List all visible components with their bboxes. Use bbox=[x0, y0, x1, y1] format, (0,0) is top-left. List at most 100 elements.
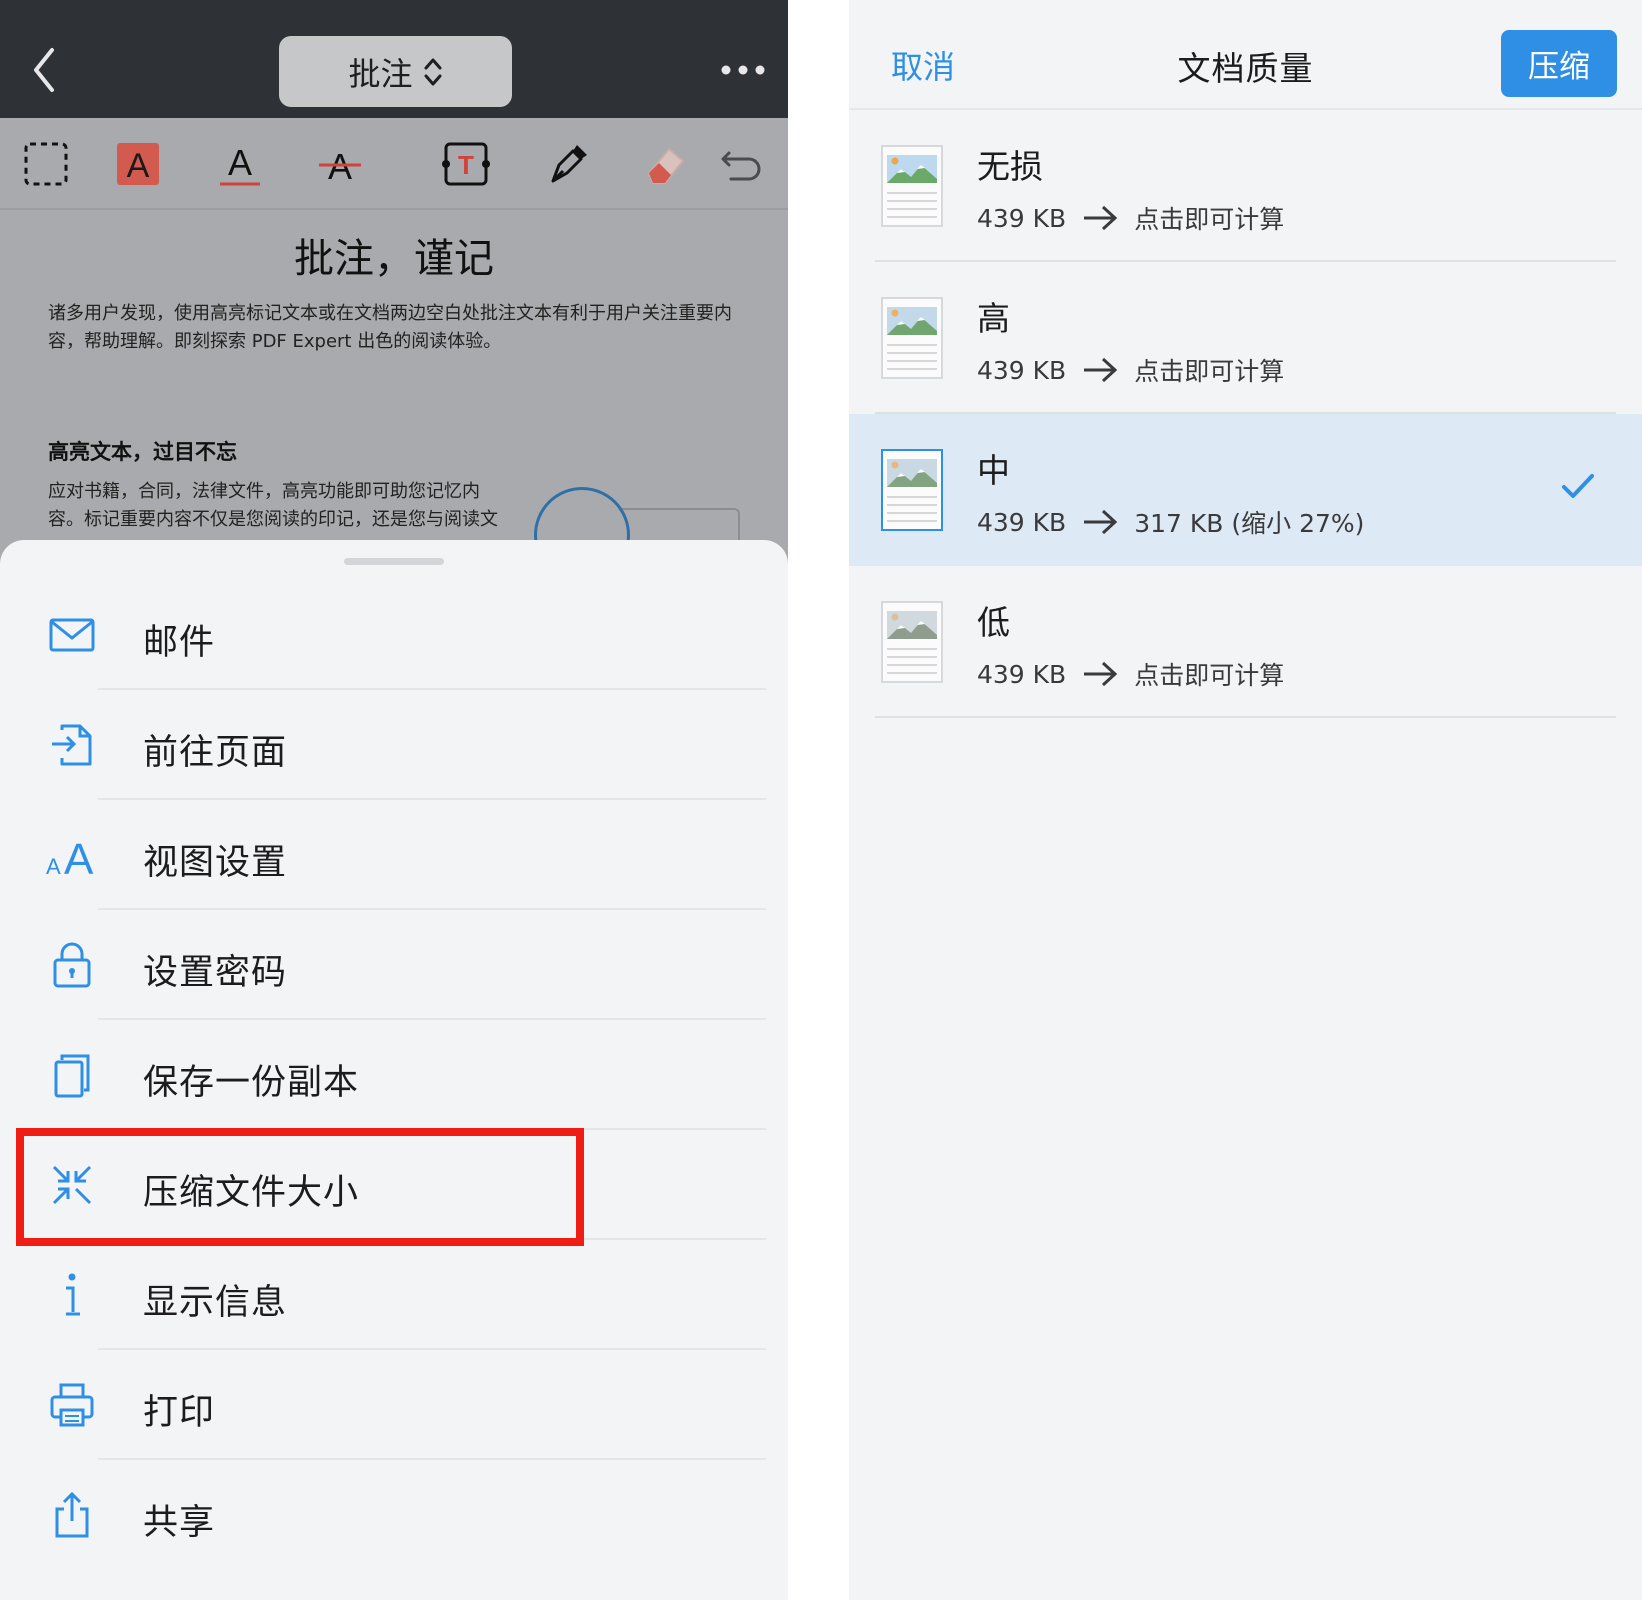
option-name: 高 bbox=[977, 299, 1010, 338]
svg-text:A: A bbox=[127, 147, 150, 185]
quality-option-high[interactable]: 高 439 KB 点击即可计算 bbox=[849, 262, 1642, 414]
text-strikethrough-icon: A bbox=[319, 146, 361, 187]
annotation-toolbar: A A A T bbox=[0, 118, 788, 210]
text-size-icon: AA bbox=[44, 827, 100, 883]
document-body-line-2: 容。标记重要内容不仅是您阅读的印记，还是您与阅读文 bbox=[48, 509, 498, 530]
menu-item-label: 设置密码 bbox=[143, 953, 288, 993]
mode-label: 批注 bbox=[348, 54, 413, 93]
ellipsis-icon bbox=[721, 65, 765, 75]
menu-item-show-info[interactable]: 显示信息 bbox=[0, 1240, 788, 1350]
menu-item-label: 保存一份副本 bbox=[143, 1063, 360, 1103]
text-underline-icon: A bbox=[220, 142, 260, 186]
quality-option-low[interactable]: 低 439 KB 点击即可计算 bbox=[849, 566, 1642, 718]
image-placeholder-icon bbox=[887, 307, 937, 370]
red-highlight-annotation bbox=[16, 1128, 584, 1246]
share-icon bbox=[44, 1487, 100, 1543]
document-thumbnail bbox=[881, 449, 943, 531]
menu-item-go-to-page[interactable]: 前往页面 bbox=[0, 690, 788, 800]
highlight-tool-button[interactable]: A bbox=[112, 138, 164, 190]
eraser-tool-button[interactable] bbox=[640, 138, 692, 190]
text-box-icon: T bbox=[442, 142, 490, 186]
image-placeholder-icon bbox=[887, 459, 937, 522]
arrow-right-icon bbox=[1084, 661, 1118, 687]
document-page: 批注，谨记 诸多用户发现，使用高亮标记文本或在文档两边空白处批注文本有利于用户关… bbox=[0, 212, 788, 583]
menu-item-share[interactable]: 共享 bbox=[0, 1460, 788, 1570]
divider bbox=[875, 716, 1616, 718]
quality-option-lossless[interactable]: 无损 439 KB 点击即可计算 bbox=[849, 110, 1642, 262]
document-thumbnail bbox=[881, 297, 943, 379]
menu-item-set-password[interactable]: 设置密码 bbox=[0, 910, 788, 1020]
text-box-tool-button[interactable]: T bbox=[440, 138, 492, 190]
option-name: 无损 bbox=[977, 147, 1043, 186]
document-intro-line-2: 容，帮助理解。即刻探索 PDF Expert 出色的阅读体验。 bbox=[48, 331, 502, 352]
menu-item-label: 前往页面 bbox=[143, 733, 288, 773]
compressed-size: 317 KB (缩小 27%) bbox=[1134, 509, 1365, 538]
size-estimate: 439 KB 点击即可计算 bbox=[977, 352, 1284, 388]
mail-icon bbox=[44, 607, 100, 663]
menu-item-print[interactable]: 打印 bbox=[0, 1350, 788, 1460]
svg-text:A: A bbox=[46, 854, 61, 878]
compressed-size: 点击即可计算 bbox=[1134, 205, 1285, 234]
arrow-right-icon bbox=[1084, 509, 1118, 535]
svg-text:A: A bbox=[64, 835, 94, 878]
chevron-up-down-icon bbox=[424, 58, 441, 85]
size-estimate: 439 KB 点击即可计算 bbox=[977, 200, 1284, 236]
menu-item-view-settings[interactable]: AA 视图设置 bbox=[0, 800, 788, 910]
chevron-left-icon bbox=[34, 48, 54, 92]
svg-text:T: T bbox=[458, 150, 474, 180]
compressed-size: 点击即可计算 bbox=[1134, 357, 1285, 386]
undo-button[interactable] bbox=[716, 138, 768, 190]
checkmark-icon bbox=[1562, 474, 1594, 498]
original-size: 439 KB bbox=[977, 203, 1067, 233]
quality-option-medium[interactable]: 中 439 KB 317 KB (缩小 27%) bbox=[849, 414, 1642, 566]
lock-icon bbox=[44, 937, 100, 993]
arrow-right-icon bbox=[1084, 205, 1118, 231]
size-estimate: 439 KB 317 KB (缩小 27%) bbox=[977, 504, 1364, 540]
menu-item-label: 显示信息 bbox=[143, 1283, 288, 1323]
compressed-size: 点击即可计算 bbox=[1134, 661, 1285, 690]
original-size: 439 KB bbox=[977, 355, 1067, 385]
strikethrough-tool-button[interactable]: A bbox=[314, 138, 366, 190]
go-to-page-icon bbox=[44, 717, 100, 773]
image-placeholder-icon bbox=[887, 611, 937, 674]
back-button[interactable] bbox=[26, 40, 66, 100]
document-thumbnail bbox=[881, 145, 943, 227]
document-heading: 高亮文本，过目不忘 bbox=[48, 440, 237, 464]
document-intro-line-1: 诸多用户发现，使用高亮标记文本或在文档两边空白处批注文本有利于用户关注重要内 bbox=[48, 303, 732, 324]
undo-icon bbox=[721, 151, 761, 181]
sheet-grabber[interactable] bbox=[344, 558, 444, 565]
pen-tool-button[interactable] bbox=[542, 138, 594, 190]
menu-item-save-copy[interactable]: 保存一份副本 bbox=[0, 1020, 788, 1130]
printer-icon bbox=[44, 1377, 100, 1433]
original-size: 439 KB bbox=[977, 507, 1067, 537]
menu-item-label: 共享 bbox=[143, 1503, 216, 1543]
marquee-select-icon bbox=[24, 142, 68, 186]
svg-text:A: A bbox=[228, 142, 252, 183]
pen-icon bbox=[551, 145, 587, 183]
info-icon bbox=[44, 1267, 100, 1323]
image-placeholder-icon bbox=[887, 155, 937, 218]
menu-item-label: 视图设置 bbox=[143, 843, 288, 883]
copy-icon bbox=[44, 1047, 100, 1103]
compress-button[interactable]: 压缩 bbox=[1501, 30, 1617, 97]
right-screen: 取消 文档质量 压缩 无损 439 KB 点击即可计算 高 439 KB 点击即… bbox=[849, 0, 1642, 1600]
action-sheet: 邮件 前往页面 AA 视图设置 设置密码 保存一份副本 压缩文件大小 显示信息 … bbox=[0, 540, 788, 1600]
option-name: 中 bbox=[977, 451, 1010, 490]
document-title: 批注，谨记 bbox=[294, 236, 494, 282]
menu-item-label: 打印 bbox=[143, 1393, 216, 1433]
underline-tool-button[interactable]: A bbox=[214, 138, 266, 190]
annotation-mode-selector[interactable]: 批注 bbox=[279, 36, 512, 107]
text-highlight-icon: A bbox=[117, 143, 159, 185]
top-navigation-bar: 批注 bbox=[0, 0, 788, 118]
size-estimate: 439 KB 点击即可计算 bbox=[977, 656, 1284, 692]
original-size: 439 KB bbox=[977, 659, 1067, 689]
menu-item-label: 邮件 bbox=[143, 623, 216, 663]
more-options-button[interactable] bbox=[720, 60, 766, 80]
document-quality-header: 取消 文档质量 压缩 bbox=[849, 0, 1642, 110]
arrow-right-icon bbox=[1084, 357, 1118, 383]
document-thumbnail bbox=[881, 601, 943, 683]
select-tool-button[interactable] bbox=[20, 138, 72, 190]
eraser-icon bbox=[647, 147, 685, 184]
option-name: 低 bbox=[977, 603, 1010, 642]
menu-item-mail[interactable]: 邮件 bbox=[0, 580, 788, 690]
